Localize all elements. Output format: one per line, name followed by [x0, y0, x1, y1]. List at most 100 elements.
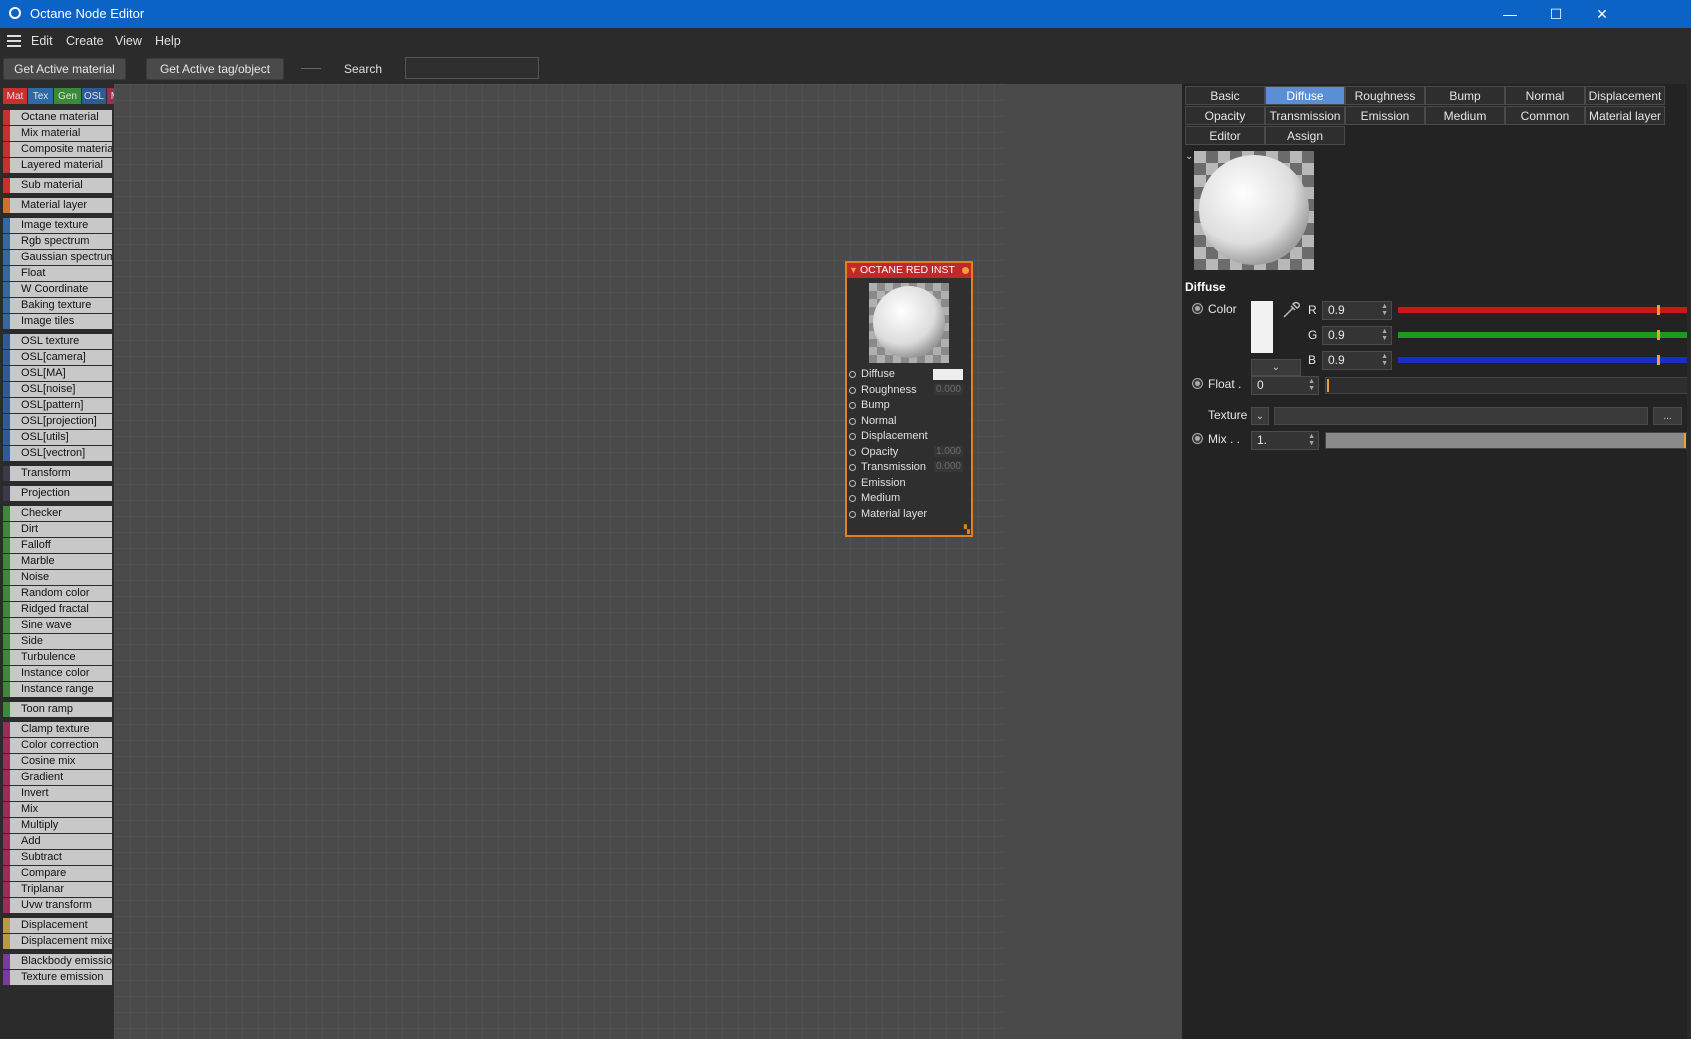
minimize-button[interactable]: — — [1487, 0, 1533, 28]
b-slider[interactable] — [1398, 355, 1688, 365]
node-list-item-side[interactable]: Side — [3, 634, 112, 649]
node-list-item-mix[interactable]: Mix — [3, 802, 112, 817]
node-list-item-osl-noise[interactable]: OSL[noise] — [3, 382, 112, 397]
node-collapse-icon[interactable]: ▼ — [849, 263, 858, 278]
node-list-item-noise[interactable]: Noise — [3, 570, 112, 585]
mix-radio[interactable] — [1192, 433, 1203, 444]
node-list-item-marble[interactable]: Marble — [3, 554, 112, 569]
color-mode-dropdown[interactable]: ⌄ — [1251, 359, 1301, 376]
node-list-item-displacement-mixer[interactable]: Displacement mixer — [3, 934, 112, 949]
color-radio[interactable] — [1192, 303, 1203, 314]
mix-slider-thumb[interactable] — [1684, 433, 1686, 448]
r-slider[interactable] — [1398, 305, 1688, 315]
node-list-item-color-correction[interactable]: Color correction — [3, 738, 112, 753]
color-swatch[interactable] — [1251, 301, 1273, 353]
node-list-item-osl-projection[interactable]: OSL[projection] — [3, 414, 112, 429]
node-pin-displacement[interactable]: Displacement — [847, 429, 971, 445]
tab-bump[interactable]: Bump — [1425, 86, 1505, 105]
pin-port-icon[interactable] — [849, 386, 856, 394]
pin-port-icon[interactable] — [849, 417, 856, 425]
node-list-item-image-texture[interactable]: Image texture — [3, 218, 112, 233]
maximize-button[interactable]: ☐ — [1533, 0, 1579, 28]
node-list-item-osl-camera[interactable]: OSL[camera] — [3, 350, 112, 365]
node-list-item-uvw-transform[interactable]: Uvw transform — [3, 898, 112, 913]
node-pin-emission[interactable]: Emission — [847, 476, 971, 492]
close-button[interactable]: ✕ — [1579, 0, 1625, 28]
node-list-item-baking-texture[interactable]: Baking texture — [3, 298, 112, 313]
node-list-item-sub-material[interactable]: Sub material — [3, 178, 112, 193]
r-input[interactable]: 0.9 ▲ ▼ — [1322, 301, 1392, 320]
node-list-item-invert[interactable]: Invert — [3, 786, 112, 801]
pin-port-icon[interactable] — [849, 510, 856, 518]
tab-normal[interactable]: Normal — [1505, 86, 1585, 105]
category-tab-map[interactable]: Map — [107, 88, 114, 104]
get-active-material-button[interactable]: Get Active material — [3, 58, 126, 80]
node-list-item-blackbody-emission[interactable]: Blackbody emission — [3, 954, 112, 969]
node-list-item-triplanar[interactable]: Triplanar — [3, 882, 112, 897]
category-tab-gen[interactable]: Gen — [54, 88, 81, 104]
panel-scrollbar[interactable] — [1687, 84, 1691, 1039]
node-list-item-instance-range[interactable]: Instance range — [3, 682, 112, 697]
node-list-item-float[interactable]: Float — [3, 266, 112, 281]
float-spin-arrows-icon[interactable]: ▲ ▼ — [1308, 378, 1315, 392]
node-list-item-gradient[interactable]: Gradient — [3, 770, 112, 785]
r-spin-arrows-icon[interactable]: ▲ ▼ — [1381, 303, 1388, 317]
node-list-item-w-coordinate[interactable]: W Coordinate — [3, 282, 112, 297]
tab-displacement[interactable]: Displacement — [1585, 86, 1665, 105]
menu-help[interactable]: Help — [155, 34, 181, 48]
node-pin-opacity[interactable]: Opacity 1.000 — [847, 445, 971, 461]
node-list-item-checker[interactable]: Checker — [3, 506, 112, 521]
g-slider[interactable] — [1398, 330, 1688, 340]
material-node[interactable]: ▼ OCTANE RED INST Diffuse Roughness 0.000 B… — [845, 261, 973, 537]
pin-port-icon[interactable] — [849, 433, 856, 440]
node-pin-transmission[interactable]: Transmission 0.000 — [847, 460, 971, 476]
tab-assign[interactable]: Assign — [1265, 126, 1345, 145]
tab-opacity[interactable]: Opacity — [1185, 106, 1265, 125]
b-slider-thumb[interactable] — [1657, 355, 1660, 365]
tab-material-layer[interactable]: Material layer — [1585, 106, 1665, 125]
float-radio[interactable] — [1192, 378, 1203, 389]
node-list-item-rgb-spectrum[interactable]: Rgb spectrum — [3, 234, 112, 249]
node-list-item-composite-material[interactable]: Composite material — [3, 142, 112, 157]
node-list-item-image-tiles[interactable]: Image tiles — [3, 314, 112, 329]
node-list-item-falloff[interactable]: Falloff — [3, 538, 112, 553]
texture-field[interactable] — [1274, 407, 1648, 425]
get-active-tag-button[interactable]: Get Active tag/object — [146, 58, 284, 80]
node-list-item-sine-wave[interactable]: Sine wave — [3, 618, 112, 633]
category-tab-tex[interactable]: Tex — [28, 88, 53, 104]
tab-diffuse[interactable]: Diffuse — [1265, 86, 1345, 105]
node-list-item-material-layer[interactable]: Material layer — [3, 198, 112, 213]
b-spin-arrows-icon[interactable]: ▲ ▼ — [1381, 353, 1388, 367]
node-list-item-ridged-fractal[interactable]: Ridged fractal — [3, 602, 112, 617]
node-header[interactable]: ▼ OCTANE RED INST — [847, 263, 971, 278]
node-list-item-osl-utils[interactable]: OSL[utils] — [3, 430, 112, 445]
texture-dropdown[interactable]: ⌄ — [1251, 407, 1269, 425]
g-spin-arrows-icon[interactable]: ▲ ▼ — [1381, 328, 1388, 342]
tab-common[interactable]: Common — [1505, 106, 1585, 125]
node-list-item-clamp-texture[interactable]: Clamp texture — [3, 722, 112, 737]
pin-port-icon[interactable] — [849, 448, 856, 456]
node-list-item-gaussian-spectrum[interactable]: Gaussian spectrum — [3, 250, 112, 265]
node-list-item-texture-emission[interactable]: Texture emission — [3, 970, 112, 985]
collapse-preview-icon[interactable]: ⌄ — [1185, 151, 1193, 162]
node-list-item-subtract[interactable]: Subtract — [3, 850, 112, 865]
r-slider-thumb[interactable] — [1657, 305, 1660, 315]
node-list-item-mix-material[interactable]: Mix material — [3, 126, 112, 141]
node-list-item-compare[interactable]: Compare — [3, 866, 112, 881]
tab-transmission[interactable]: Transmission — [1265, 106, 1345, 125]
pin-port-icon[interactable] — [849, 479, 856, 487]
node-list-item-transform[interactable]: Transform — [3, 466, 112, 481]
float-slider[interactable] — [1325, 377, 1688, 394]
mix-input[interactable]: 1. ▲ ▼ — [1251, 431, 1319, 450]
node-pin-diffuse[interactable]: Diffuse — [847, 367, 971, 383]
g-input[interactable]: 0.9 ▲ ▼ — [1322, 326, 1392, 345]
node-list-item-instance-color[interactable]: Instance color — [3, 666, 112, 681]
node-list-item-osl-texture[interactable]: OSL texture — [3, 334, 112, 349]
tab-basic[interactable]: Basic — [1185, 86, 1265, 105]
node-list-item-osl-ma[interactable]: OSL[MA] — [3, 366, 112, 381]
pin-port-icon[interactable] — [849, 464, 856, 471]
node-list-item-osl-pattern[interactable]: OSL[pattern] — [3, 398, 112, 413]
g-slider-thumb[interactable] — [1657, 330, 1660, 340]
node-pin-bump[interactable]: Bump — [847, 398, 971, 414]
node-list-item-random-color[interactable]: Random color — [3, 586, 112, 601]
